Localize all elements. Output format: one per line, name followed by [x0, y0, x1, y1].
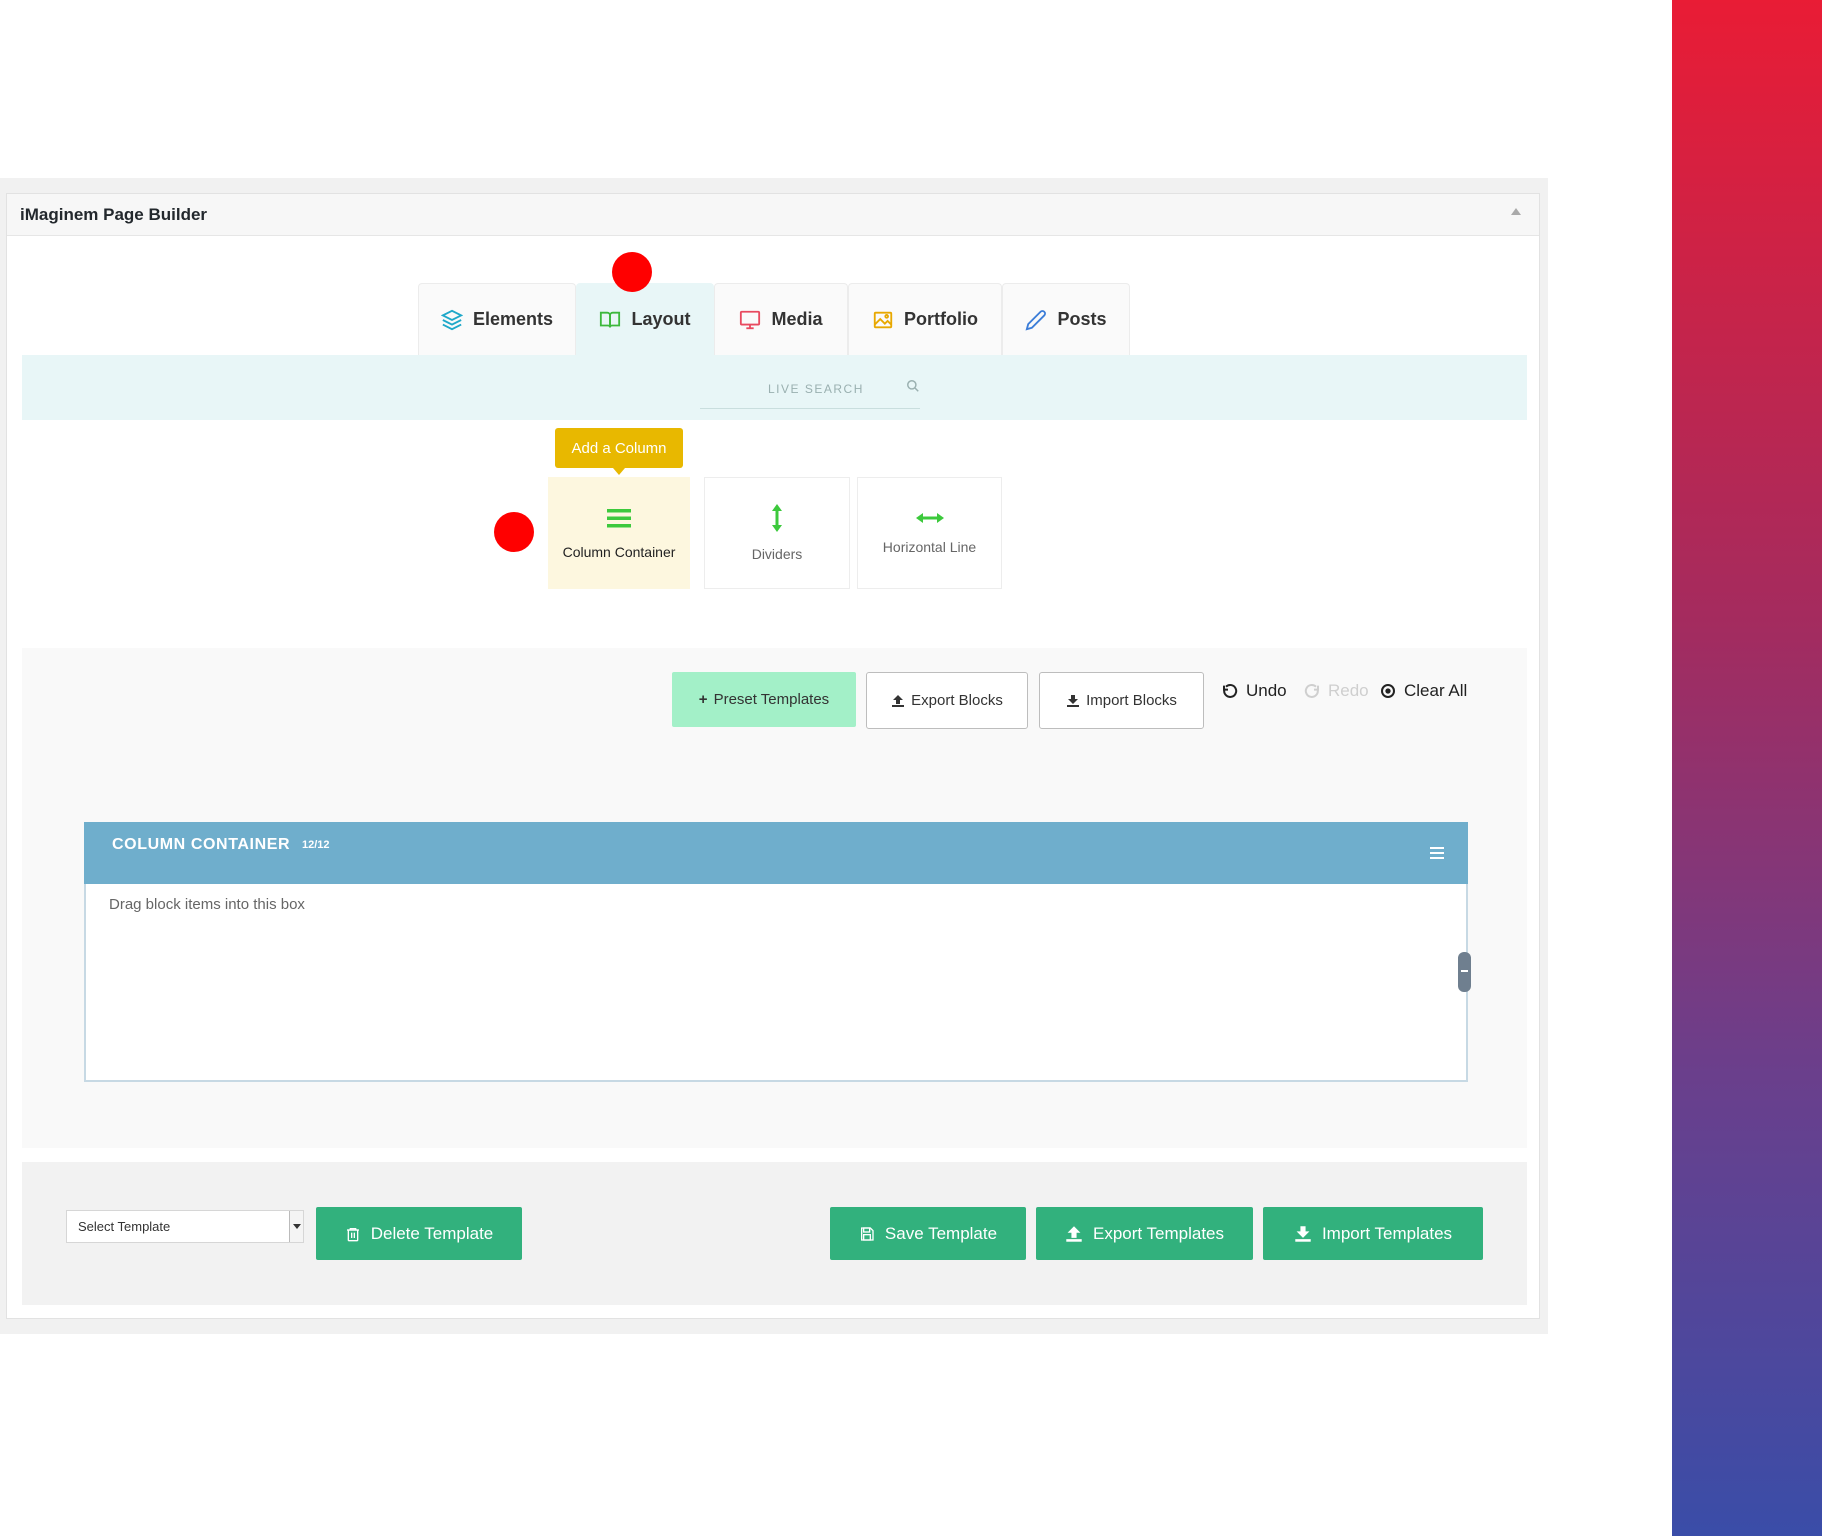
- tab-elements-label: Elements: [472, 309, 554, 329]
- tab-layout-label: Layout: [631, 309, 691, 329]
- column-container-title: COLUMN CONTAINER: [112, 836, 291, 853]
- tab-posts-label: Posts: [1057, 309, 1107, 329]
- select-template-dropdown[interactable]: Select Template: [66, 1210, 304, 1243]
- column-container-header[interactable]: COLUMN CONTAINER 12/12: [84, 822, 1468, 884]
- undo-button[interactable]: Undo: [1222, 681, 1287, 701]
- tab-portfolio-label: Portfolio: [904, 309, 978, 329]
- save-template-button[interactable]: Save Template: [830, 1207, 1026, 1260]
- redo-label: Redo: [1328, 681, 1369, 700]
- dropdown-arrow-icon: [289, 1211, 303, 1242]
- tab-posts[interactable]: Posts: [1002, 283, 1130, 355]
- layout-item-label: Column Container: [562, 544, 676, 560]
- plus-icon: +: [698, 691, 708, 708]
- preset-templates-label: Preset Templates: [713, 691, 830, 708]
- import-blocks-button[interactable]: Import Blocks: [1039, 672, 1204, 729]
- download-icon: [1067, 694, 1080, 707]
- delete-template-button[interactable]: Delete Template: [316, 1207, 522, 1260]
- redo-icon: [1304, 683, 1319, 698]
- clear-all-button[interactable]: Clear All: [1380, 681, 1467, 701]
- panel-header: iMaginem Page Builder: [7, 194, 1539, 236]
- layout-item-dividers[interactable]: Dividers: [704, 477, 850, 589]
- panel-title: iMaginem Page Builder: [20, 205, 208, 224]
- preset-templates-button[interactable]: + Preset Templates: [672, 672, 856, 727]
- horizontal-arrows-icon: [915, 513, 944, 523]
- marker-dot: [494, 512, 534, 552]
- select-template-value: Select Template: [78, 1219, 171, 1234]
- marker-dot: [612, 252, 652, 292]
- undo-icon: [1223, 683, 1238, 698]
- tab-portfolio[interactable]: Portfolio: [848, 283, 1002, 355]
- tab-media-label: Media: [771, 309, 823, 329]
- export-blocks-button[interactable]: Export Blocks: [866, 672, 1028, 729]
- redo-button[interactable]: Redo: [1304, 681, 1369, 701]
- drop-hint: Drag block items into this box: [109, 896, 305, 913]
- layout-item-horizontal-line[interactable]: Horizontal Line: [857, 477, 1002, 589]
- bars-icon: [607, 509, 631, 528]
- tab-elements[interactable]: Elements: [418, 283, 576, 355]
- tooltip-text: Add a Column: [571, 439, 667, 457]
- image-icon: [873, 311, 893, 328]
- export-blocks-label: Export Blocks: [911, 692, 1003, 709]
- download-icon: [1295, 1225, 1311, 1242]
- clear-all-label: Clear All: [1404, 681, 1468, 700]
- search-bar: LIVE SEARCH: [22, 355, 1527, 420]
- book-icon: [600, 311, 621, 328]
- clear-circle-icon: [1381, 684, 1395, 698]
- export-templates-label: Export Templates: [1092, 1223, 1225, 1243]
- import-templates-label: Import Templates: [1321, 1223, 1453, 1243]
- save-template-label: Save Template: [884, 1223, 998, 1243]
- layout-item-label: Horizontal Line: [882, 539, 977, 555]
- import-templates-button[interactable]: Import Templates: [1263, 1207, 1483, 1260]
- trash-icon: [346, 1227, 359, 1241]
- monitor-icon: [740, 310, 761, 329]
- layout-item-column-container[interactable]: Column Container: [548, 477, 690, 589]
- search-placeholder: LIVE SEARCH: [768, 382, 864, 396]
- upload-icon: [1066, 1225, 1082, 1242]
- delete-template-label: Delete Template: [370, 1223, 494, 1243]
- decorative-gradient-strip: [1672, 0, 1822, 1536]
- column-size-badge: 12/12: [302, 839, 330, 851]
- add-column-tooltip: Add a Column: [555, 428, 683, 475]
- layers-icon: [440, 309, 463, 330]
- export-templates-button[interactable]: Export Templates: [1036, 1207, 1253, 1260]
- tab-layout[interactable]: Layout: [576, 283, 714, 355]
- resize-handle[interactable]: [1458, 952, 1471, 992]
- pencil-icon: [1026, 309, 1047, 330]
- search-icon: [907, 380, 919, 392]
- save-icon: [860, 1226, 874, 1241]
- tab-media[interactable]: Media: [714, 283, 848, 355]
- layout-item-label: Dividers: [751, 546, 803, 562]
- menu-icon[interactable]: [1430, 847, 1444, 859]
- vertical-arrows-icon: [772, 504, 782, 532]
- import-blocks-label: Import Blocks: [1086, 692, 1177, 709]
- search-input[interactable]: LIVE SEARCH: [700, 365, 920, 409]
- collapse-arrow-icon[interactable]: [1511, 208, 1521, 215]
- upload-icon: [892, 694, 905, 707]
- undo-label: Undo: [1246, 681, 1287, 700]
